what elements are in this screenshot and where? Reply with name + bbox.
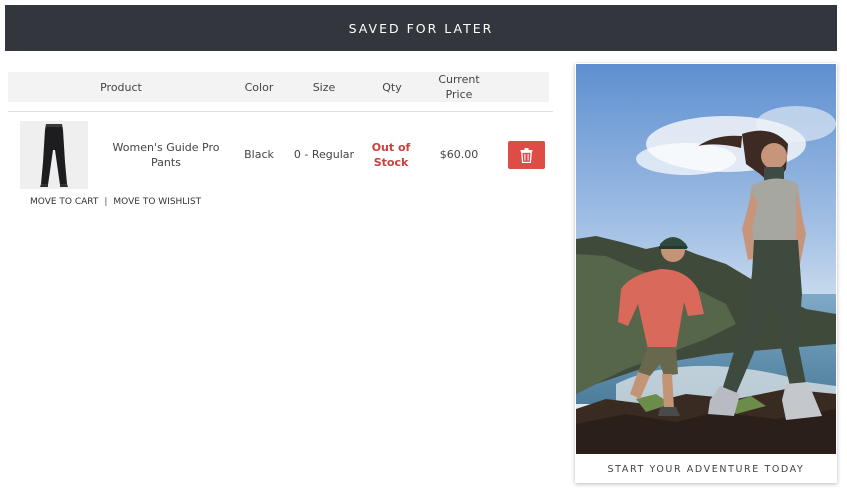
page-title: SAVED FOR LATER bbox=[348, 20, 494, 36]
row-actions: MOVE TO CART | MOVE TO WISHLIST bbox=[30, 197, 201, 207]
column-color: Color bbox=[244, 81, 274, 94]
product-image[interactable] bbox=[20, 121, 88, 189]
promo-hiking-image bbox=[576, 64, 836, 454]
promo-caption[interactable]: START YOUR ADVENTURE TODAY bbox=[575, 455, 837, 483]
delete-button[interactable] bbox=[508, 141, 545, 169]
stock-status-line1: Out of bbox=[371, 141, 411, 154]
move-to-wishlist-link[interactable]: MOVE TO WISHLIST bbox=[113, 197, 201, 207]
actions-separator: | bbox=[104, 197, 108, 207]
table-divider bbox=[8, 111, 553, 112]
column-size: Size bbox=[312, 81, 336, 94]
pants-thumbnail-icon bbox=[40, 124, 68, 187]
product-name[interactable]: Women's Guide Pro Pants bbox=[108, 140, 224, 170]
saved-for-later-header: SAVED FOR LATER bbox=[5, 5, 837, 51]
column-current-price: Current Price bbox=[428, 72, 490, 102]
trash-icon bbox=[520, 147, 533, 163]
column-current-price-line2: Price bbox=[445, 88, 473, 101]
column-product: Product bbox=[100, 81, 142, 94]
product-color: Black bbox=[244, 148, 274, 161]
stock-status-line2: Stock bbox=[373, 156, 409, 169]
product-name-line2: Pants bbox=[151, 156, 181, 169]
product-price: $60.00 bbox=[439, 148, 479, 161]
table-header: Product Color Size Qty Current Price bbox=[8, 72, 549, 102]
move-to-cart-link[interactable]: MOVE TO CART bbox=[30, 197, 98, 207]
product-size: 0 - Regular bbox=[293, 148, 355, 161]
product-name-line1: Women's Guide Pro bbox=[112, 141, 220, 154]
column-current-price-line1: Current bbox=[438, 73, 480, 86]
column-qty: Qty bbox=[382, 81, 402, 94]
stock-status: Out of Stock bbox=[364, 140, 418, 170]
promo-banner[interactable]: START YOUR ADVENTURE TODAY bbox=[575, 63, 837, 483]
